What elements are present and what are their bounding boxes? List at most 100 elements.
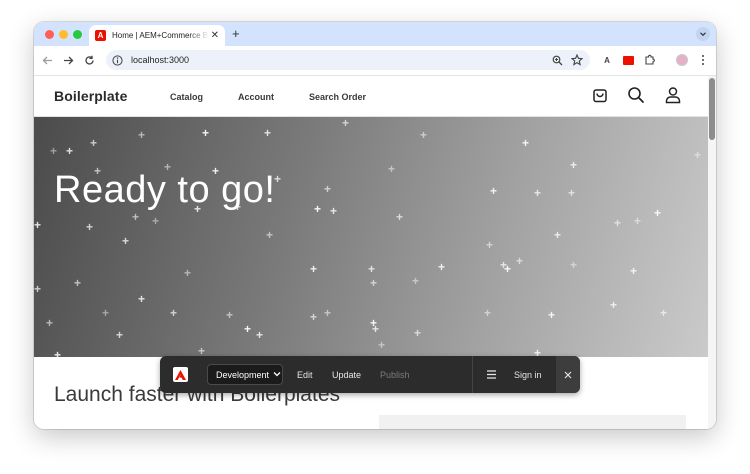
- nav-link-account[interactable]: Account: [238, 92, 274, 102]
- hero-plus-decoration: +: [484, 306, 492, 320]
- hero-plus-decoration: +: [570, 258, 578, 272]
- scrollbar-thumb[interactable]: [709, 78, 715, 140]
- url-text: localhost:3000: [131, 55, 190, 65]
- extensions-puzzle-icon[interactable]: [643, 53, 657, 67]
- hero-plus-decoration: +: [164, 160, 172, 174]
- hero-plus-decoration: +: [102, 306, 110, 320]
- hero-plus-decoration: +: [522, 136, 530, 150]
- hero-plus-decoration: +: [370, 276, 378, 290]
- edit-button[interactable]: Edit: [297, 370, 313, 380]
- site-header: Boilerplate Catalog Account Search Order: [34, 76, 708, 117]
- back-icon[interactable]: [40, 53, 54, 67]
- nav-link-search-order[interactable]: Search Order: [309, 92, 366, 102]
- hero-plus-decoration: +: [66, 144, 74, 158]
- publish-button[interactable]: Publish: [380, 370, 410, 380]
- hero-plus-decoration: +: [194, 202, 202, 216]
- environment-label: Development: [216, 369, 270, 380]
- hero-plus-decoration: +: [412, 274, 420, 288]
- hero-plus-decoration: +: [202, 126, 210, 140]
- tab-close-icon[interactable]: ✕: [211, 30, 219, 41]
- close-window-button[interactable]: [45, 30, 54, 39]
- hero-plus-decoration: +: [372, 322, 380, 336]
- hero-plus-decoration: +: [324, 182, 332, 196]
- hero-plus-decoration: +: [226, 308, 234, 322]
- hero-plus-decoration: +: [630, 264, 638, 278]
- tab-search-icon[interactable]: [696, 27, 710, 41]
- aem-sidekick-toolbar: Development Edit Update Publish Sign in: [160, 356, 580, 393]
- sign-in-button[interactable]: Sign in: [514, 370, 542, 380]
- hero-plus-decoration: +: [170, 306, 178, 320]
- hero-plus-decoration: +: [244, 322, 252, 336]
- browser-toolbar: localhost:3000 A: [34, 46, 716, 76]
- hero-plus-decoration: +: [310, 262, 318, 276]
- tab-strip: A Home | AEM+Commerce Boilerplate ✕ +: [34, 22, 716, 46]
- sidekick-close-button[interactable]: [556, 356, 580, 393]
- brand-logo[interactable]: Boilerplate: [54, 88, 127, 104]
- nav-link-catalog[interactable]: Catalog: [170, 92, 203, 102]
- hero-plus-decoration: +: [534, 186, 542, 200]
- hero-plus-decoration: +: [548, 308, 556, 322]
- hero-plus-decoration: +: [554, 228, 562, 242]
- chevron-down-icon: [273, 370, 281, 379]
- hero-plus-decoration: +: [634, 214, 642, 228]
- hero-plus-decoration: +: [46, 316, 54, 330]
- hero-plus-decoration: +: [570, 158, 578, 172]
- hero-plus-decoration: +: [34, 218, 42, 232]
- new-tab-icon[interactable]: +: [232, 26, 240, 41]
- zoom-icon[interactable]: [550, 53, 564, 67]
- bookmark-star-icon[interactable]: [570, 53, 584, 67]
- hero-plus-decoration: +: [486, 238, 494, 252]
- hero-plus-decoration: +: [132, 210, 140, 224]
- hero-plus-decoration: +: [568, 186, 576, 200]
- hamburger-menu-icon[interactable]: [486, 369, 497, 380]
- hero-plus-decoration: +: [138, 292, 146, 306]
- environment-switcher[interactable]: Development: [207, 364, 283, 385]
- address-bar[interactable]: localhost:3000: [106, 50, 590, 70]
- hero-plus-decoration: +: [212, 164, 220, 178]
- hero-plus-decoration: +: [342, 117, 350, 130]
- cart-icon[interactable]: [591, 86, 609, 104]
- hero-banner: Ready to go! + + + + + + + + + + + + + + + + + + + + + + + + + + +…: [34, 117, 708, 357]
- hero-plus-decoration: +: [694, 148, 702, 162]
- hero-plus-decoration: +: [256, 328, 264, 342]
- browser-tab-active[interactable]: A Home | AEM+Commerce Boilerplate ✕: [89, 25, 225, 46]
- site-info-icon[interactable]: [112, 54, 123, 66]
- hero-plus-decoration: +: [610, 298, 618, 312]
- hero-plus-decoration: +: [490, 184, 498, 198]
- hero-plus-decoration: +: [266, 228, 274, 242]
- reload-icon[interactable]: [82, 53, 96, 67]
- maximize-window-button[interactable]: [73, 30, 82, 39]
- hero-plus-decoration: +: [660, 306, 668, 320]
- hero-plus-decoration: +: [310, 310, 318, 324]
- page-scrollbar[interactable]: [708, 76, 716, 429]
- search-icon[interactable]: [627, 86, 645, 104]
- close-icon: [564, 371, 572, 378]
- hero-plus-decoration: +: [314, 202, 322, 216]
- hero-plus-decoration: +: [368, 262, 376, 276]
- minimize-window-button[interactable]: [59, 30, 68, 39]
- adobe-favicon-icon: A: [95, 30, 106, 41]
- hero-plus-decoration: +: [50, 144, 58, 158]
- hero-plus-decoration: +: [396, 210, 404, 224]
- tab-title: Home | AEM+Commerce Boilerplate: [112, 31, 209, 40]
- hero-plus-decoration: +: [74, 276, 82, 290]
- hero-plus-decoration: +: [414, 326, 422, 340]
- browser-menu-icon[interactable]: [696, 53, 710, 67]
- hero-title: Ready to go!: [54, 169, 276, 211]
- adobe-extension-icon[interactable]: [621, 53, 635, 67]
- hero-plus-decoration: +: [138, 128, 146, 142]
- hero-plus-decoration: +: [654, 206, 662, 220]
- update-button[interactable]: Update: [332, 370, 361, 380]
- profile-avatar-icon[interactable]: [675, 53, 689, 67]
- hero-plus-decoration: +: [388, 162, 396, 176]
- hero-plus-decoration: +: [54, 348, 62, 357]
- hero-plus-decoration: +: [34, 282, 42, 296]
- hero-plus-decoration: +: [152, 214, 160, 228]
- extension-a-label: A: [604, 55, 610, 65]
- adobe-logo-icon[interactable]: [173, 367, 188, 382]
- hero-plus-decoration: +: [94, 164, 102, 178]
- forward-icon[interactable]: [61, 53, 75, 67]
- user-account-icon[interactable]: [664, 86, 682, 104]
- extension-a-icon[interactable]: A: [600, 53, 614, 67]
- hero-plus-decoration: +: [500, 258, 508, 272]
